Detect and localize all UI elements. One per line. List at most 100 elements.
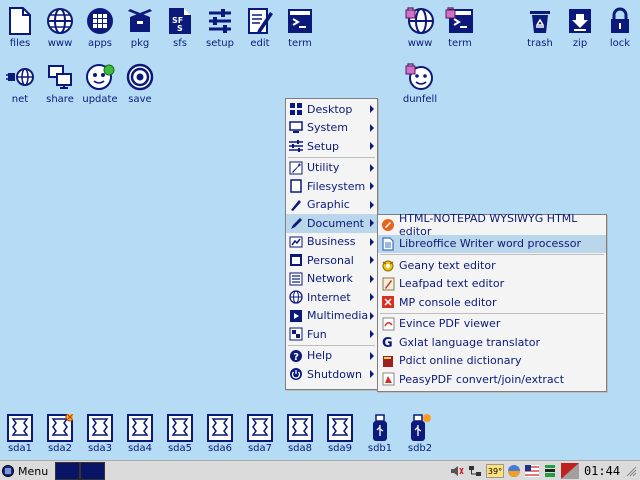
desktop-icon-label: term <box>288 38 312 49</box>
menu-item-label: Help <box>307 349 333 363</box>
hard-drive-icon <box>326 414 354 442</box>
submenu-item-label: MP console editor <box>399 295 497 309</box>
filesystem-icon <box>289 179 303 193</box>
submenu-item-peasypdf[interactable]: PeasyPDF convert/join/extract <box>378 370 606 389</box>
drive-icon-sdb2[interactable]: sdb2 <box>400 414 440 454</box>
desktop-icon-apps[interactable]: apps <box>80 6 120 49</box>
menu-item-filesystem[interactable]: Filesystem <box>286 177 377 196</box>
menu-item-system[interactable]: System <box>286 119 377 138</box>
drive-icon-sda9[interactable]: sda9 <box>320 414 360 454</box>
desktop-icon-share[interactable]: share <box>40 62 80 105</box>
menu-item-help[interactable]: ? Help <box>286 347 377 366</box>
desktop-grid-icon <box>289 102 303 116</box>
menu-item-label: Document <box>307 216 364 230</box>
menu-item-internet[interactable]: Internet <box>286 288 377 307</box>
menu-item-label: Network <box>307 272 353 286</box>
menu-item-graphic[interactable]: Graphic <box>286 196 377 215</box>
desktop-icon-www-locked[interactable]: www <box>400 6 440 49</box>
html-notepad-icon <box>381 218 395 232</box>
menu-item-document[interactable]: Document <box>286 214 377 233</box>
desktop-icon-zip[interactable]: zip <box>560 6 600 49</box>
desktop-icon-sfs[interactable]: SF S sfs <box>160 6 200 49</box>
drive-icon-sda1[interactable]: sda1 <box>0 414 40 454</box>
svg-text:S: S <box>177 24 183 33</box>
terminal-icon <box>285 6 315 36</box>
workspace-pager-1[interactable] <box>55 462 80 480</box>
package-manager-icon[interactable] <box>543 464 557 478</box>
menu-item-desktop[interactable]: Desktop <box>286 100 377 119</box>
submenu-arrow-icon <box>370 123 374 132</box>
internet-globe-icon <box>289 290 303 304</box>
mp-editor-icon <box>381 295 395 309</box>
desktop-icon-setup[interactable]: setup <box>200 6 240 49</box>
weather-icon[interactable] <box>507 464 521 478</box>
desktop-icon-update[interactable]: update <box>80 62 120 105</box>
desktop-icon-label: update <box>82 94 118 105</box>
drive-icon-sda3[interactable]: sda3 <box>80 414 120 454</box>
submenu-item-html-notepad[interactable]: HTML-NOTEPAD WYSIWYG HTML editor <box>378 212 606 238</box>
start-menu-button[interactable]: Menu <box>2 463 52 479</box>
desktop-icon-files[interactable]: files <box>0 6 40 49</box>
pdict-icon <box>381 354 395 368</box>
desktop-icon-term-locked[interactable]: term <box>440 6 480 49</box>
menu-item-shutdown[interactable]: Shutdown <box>286 365 377 384</box>
peasypdf-icon <box>381 372 395 386</box>
menu-item-business[interactable]: Business <box>286 233 377 252</box>
menu-item-label: Setup <box>307 139 340 153</box>
volume-icon[interactable] <box>450 464 464 478</box>
network-status-icon[interactable] <box>468 464 482 478</box>
submenu-item-mp-editor[interactable]: MP console editor <box>378 293 606 312</box>
submenu-item-label: Pdict online dictionary <box>399 354 522 368</box>
drive-icon-sda6[interactable]: sda6 <box>200 414 240 454</box>
drive-icon-sda7[interactable]: sda7 <box>240 414 280 454</box>
gxlat-icon: G <box>381 335 395 349</box>
desktop-icon-pkg[interactable]: pkg <box>120 6 160 49</box>
submenu-item-gxlat[interactable]: G Gxlat language translator <box>378 333 606 352</box>
shutdown-icon <box>289 367 303 381</box>
desktop-icon-dunfell[interactable]: dunfell <box>400 62 440 105</box>
drive-icon-sda4[interactable]: sda4 <box>120 414 160 454</box>
desktop-icon-trash[interactable]: trash <box>520 6 560 49</box>
desktop-icon-term[interactable]: term <box>280 6 320 49</box>
show-desktop-icon[interactable] <box>561 463 579 479</box>
drive-label: sdb1 <box>367 443 393 454</box>
locked-terminal-icon <box>445 6 475 36</box>
submenu-item-evince[interactable]: Evince PDF viewer <box>378 315 606 334</box>
drive-icon-sda8[interactable]: sda8 <box>280 414 320 454</box>
desktop-icon-www[interactable]: www <box>40 6 80 49</box>
desktop-icon-save[interactable]: save <box>120 62 160 105</box>
menu-item-fun[interactable]: Fun <box>286 325 377 344</box>
document-pen-icon <box>289 216 303 230</box>
submenu-item-pdict[interactable]: Pdict online dictionary <box>378 352 606 371</box>
drive-icon-sda2[interactable]: sda2 <box>40 414 80 454</box>
desktop-icon-label: pkg <box>130 38 150 49</box>
menu-item-label: Multimedia <box>307 309 369 323</box>
drive-icon-sda5[interactable]: sda5 <box>160 414 200 454</box>
usb-drive-icon <box>366 414 394 442</box>
locale-flag-icon[interactable] <box>525 464 539 478</box>
submenu-item-libreoffice-writer[interactable]: Libreoffice Writer word processor <box>378 234 606 253</box>
menu-separator <box>380 312 604 314</box>
menu-item-multimedia[interactable]: Multimedia <box>286 307 377 326</box>
workspace-pager-2[interactable] <box>80 462 105 480</box>
menu-item-label: Personal <box>307 253 354 267</box>
submenu-item-leafpad[interactable]: Leafpad text editor <box>378 275 606 294</box>
clock[interactable]: 01:44 <box>582 462 622 480</box>
menu-item-utility[interactable]: Utility <box>286 159 377 178</box>
desktop-icon-edit[interactable]: edit <box>240 6 280 49</box>
menu-item-personal[interactable]: Personal <box>286 251 377 270</box>
desktop-icon-lock[interactable]: lock <box>600 6 640 49</box>
desktop-icon-net[interactable]: net <box>0 62 40 105</box>
drive-icon-sdb1[interactable]: sdb1 <box>360 414 400 454</box>
evince-icon <box>381 317 395 331</box>
submenu-item-label: Evince PDF viewer <box>399 317 501 331</box>
desktop-icon-label: share <box>46 94 74 105</box>
menu-item-network[interactable]: Network <box>286 270 377 289</box>
setup-sliders-icon <box>289 139 303 153</box>
drive-label: sda6 <box>207 443 233 454</box>
submenu-item-geany[interactable]: Geany text editor <box>378 256 606 275</box>
graphic-brush-icon <box>289 198 303 212</box>
network-plug-icon <box>5 62 35 92</box>
menu-item-label: Graphic <box>307 198 350 212</box>
menu-item-setup[interactable]: Setup <box>286 137 377 156</box>
